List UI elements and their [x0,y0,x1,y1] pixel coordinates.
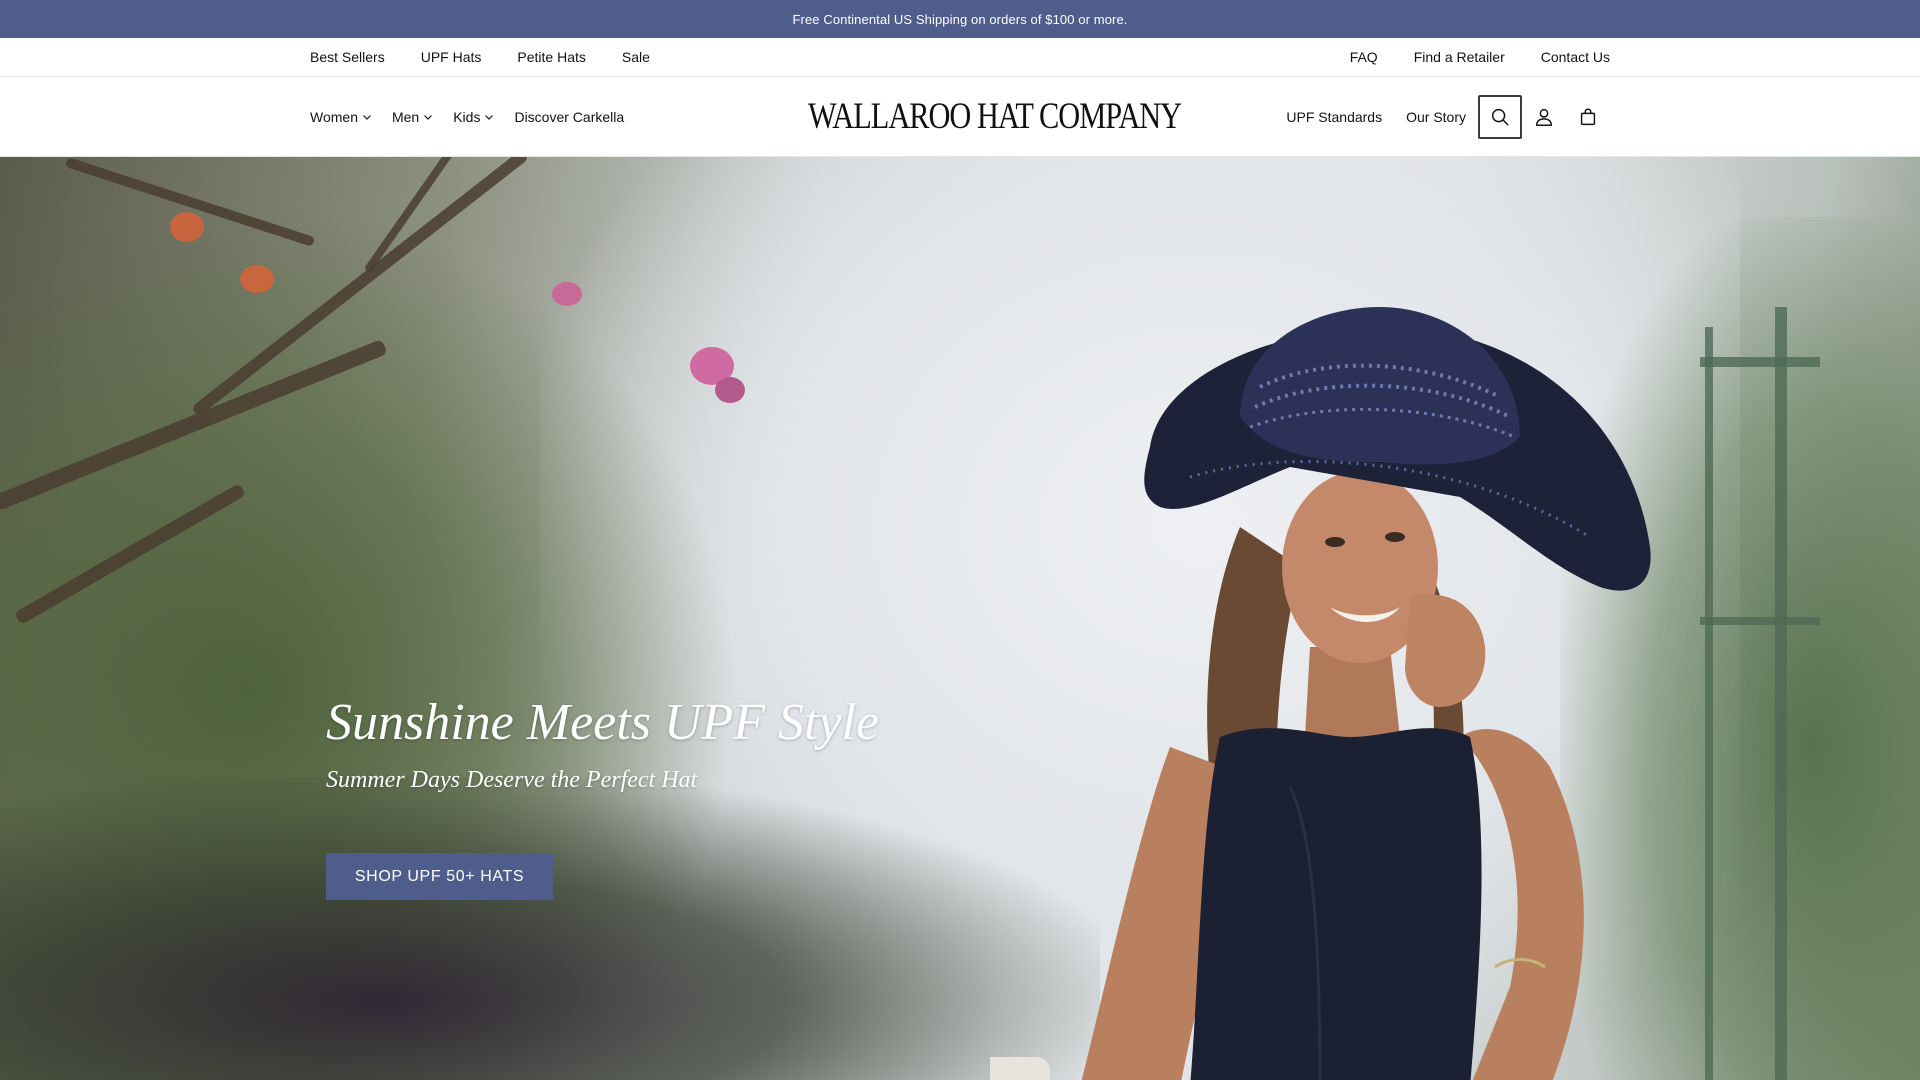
flower [552,282,582,306]
flower [240,265,274,293]
cart-button[interactable] [1566,95,1610,139]
hero-content: Sunshine Meets UPF Style Summer Days Des… [326,693,879,795]
utility-link-sale[interactable]: Sale [622,49,650,65]
trellis-rail [1700,617,1820,625]
account-icon [1535,108,1553,126]
shop-upf-hats-button[interactable]: SHOP UPF 50+ HATS [326,853,553,900]
flower [170,212,204,242]
trellis-post [1775,307,1787,1080]
nav-item-label: Men [391,109,420,125]
utility-link-best-sellers[interactable]: Best Sellers [310,49,385,65]
utility-link-petite-hats[interactable]: Petite Hats [517,49,585,65]
utility-link-upf-hats[interactable]: UPF Hats [421,49,482,65]
nav-item-men[interactable]: Men [392,109,433,125]
utility-nav: Best Sellers UPF Hats Petite Hats Sale F… [0,38,1920,77]
utility-link-find-retailer[interactable]: Find a Retailer [1414,49,1505,65]
chevron-down-icon [363,115,371,120]
brand-logo[interactable]: WALLAROO HAT COMPANY [808,97,1182,137]
hero-foliage-bottom [0,777,1100,1080]
main-header: Women Men Kids Discover Carkella WALLARO… [0,77,1920,157]
nav-item-women[interactable]: Women [310,109,372,125]
nav-link-our-story[interactable]: Our Story [1406,109,1466,125]
announcement-text: Free Continental US Shipping on orders o… [792,11,1128,27]
nav-item-label: Discover Carkella [514,109,625,125]
chevron-down-icon [485,115,494,120]
cart-icon [1580,108,1596,126]
hero-banner: Sunshine Meets UPF Style Summer Days Des… [0,157,1920,1080]
nav-item-kids[interactable]: Kids [453,109,494,125]
nav-item-label: Kids [453,109,481,125]
nav-item-discover-carkella[interactable]: Discover Carkella [514,109,624,125]
utility-nav-left: Best Sellers UPF Hats Petite Hats Sale [310,49,650,65]
nav-link-upf-standards[interactable]: UPF Standards [1286,109,1382,125]
utility-nav-right: FAQ Find a Retailer Contact Us [1350,49,1610,65]
hero-title: Sunshine Meets UPF Style [326,694,880,751]
header-right-nav: UPF Standards Our Story [1286,77,1610,157]
chevron-down-icon [424,115,433,120]
account-button[interactable] [1522,95,1566,139]
trellis-rail [1700,357,1820,367]
announcement-bar: Free Continental US Shipping on orders o… [0,0,1920,38]
flower [715,377,745,403]
utility-link-contact[interactable]: Contact Us [1541,49,1610,65]
utility-link-faq[interactable]: FAQ [1350,49,1378,65]
trellis-post [1705,327,1713,1080]
nav-item-label: Women [310,109,358,125]
hero-subtitle: Summer Days Deserve the Perfect Hat [326,767,698,793]
search-icon [1491,108,1509,126]
search-button[interactable] [1478,95,1522,139]
model-wearing-hat-image [990,307,1651,1080]
main-nav: Women Men Kids Discover Carkella [310,77,624,157]
